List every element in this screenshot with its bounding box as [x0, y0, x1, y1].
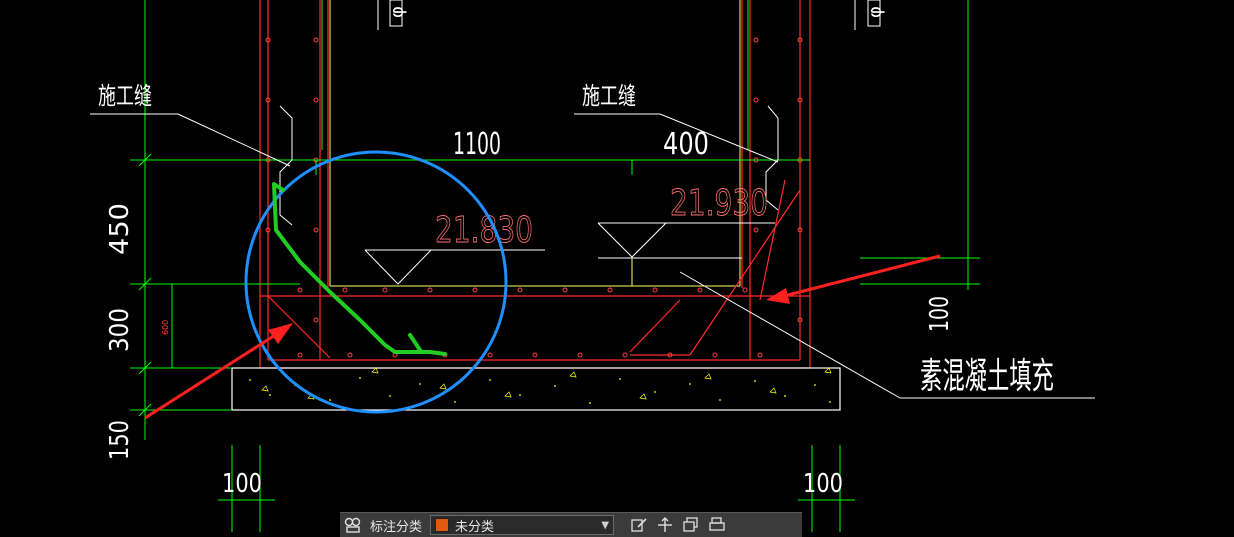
move-icon[interactable] — [652, 515, 678, 535]
label-construction-joint-right: 施工缝 — [582, 82, 636, 110]
chevron-down-icon: ▼ — [601, 519, 610, 531]
annotation-group-glyph — [344, 517, 361, 533]
markup-green-sketch — [272, 182, 447, 356]
dim-bottom-right: 100 — [803, 469, 843, 499]
elevation-right-value: 21.930 — [670, 183, 768, 224]
top-phi-right: φ — [865, 6, 886, 18]
leader-lines — [90, 105, 1095, 399]
move-glyph — [658, 517, 673, 532]
top-phi-left: φ — [387, 6, 408, 18]
copy-glyph — [683, 517, 698, 532]
edit-glyph — [631, 518, 647, 532]
dim-width-right: 400 — [663, 127, 709, 162]
label-plain-concrete-fill: 素混凝土填充 — [920, 356, 1054, 397]
left-wall — [259, 0, 329, 368]
dim-height-small: 600 — [161, 320, 170, 335]
annotation-category-select[interactable]: 未分类 ▼ — [430, 515, 615, 535]
category-color-swatch — [435, 518, 450, 532]
dimension-lines — [130, 0, 980, 532]
markup-arrow-right — [766, 254, 941, 304]
elevation-marker-right — [597, 222, 775, 259]
print-glyph — [709, 517, 725, 531]
dim-bottom-left: 100 — [222, 469, 262, 499]
top-marks — [377, 0, 881, 30]
print-icon[interactable] — [704, 515, 730, 535]
dim-height-lower: 300 — [105, 308, 135, 352]
concrete-cushion — [231, 367, 841, 411]
dim-width-inner: 1100 — [453, 127, 501, 162]
cad-drawing: 1100 400 450 300 150 600 100 100 100 21.… — [90, 0, 1095, 532]
dim-height-upper: 450 — [105, 203, 135, 255]
elevation-left-value: 21.830 — [435, 210, 533, 251]
elevation-marker-left — [364, 249, 545, 285]
markup-arrow-left — [144, 323, 293, 420]
annotation-group-icon[interactable] — [340, 515, 366, 535]
copy-icon[interactable] — [678, 515, 704, 535]
edit-icon[interactable] — [626, 515, 652, 535]
cad-drawing-canvas[interactable]: 1100 400 450 300 150 600 100 100 100 21.… — [0, 0, 1234, 532]
dim-height-base: 150 — [105, 420, 135, 460]
dim-right-side: 100 — [925, 296, 955, 332]
annotation-toolbar: 标注分类 未分类 ▼ — [340, 512, 802, 537]
label-construction-joint-left: 施工缝 — [98, 82, 152, 110]
